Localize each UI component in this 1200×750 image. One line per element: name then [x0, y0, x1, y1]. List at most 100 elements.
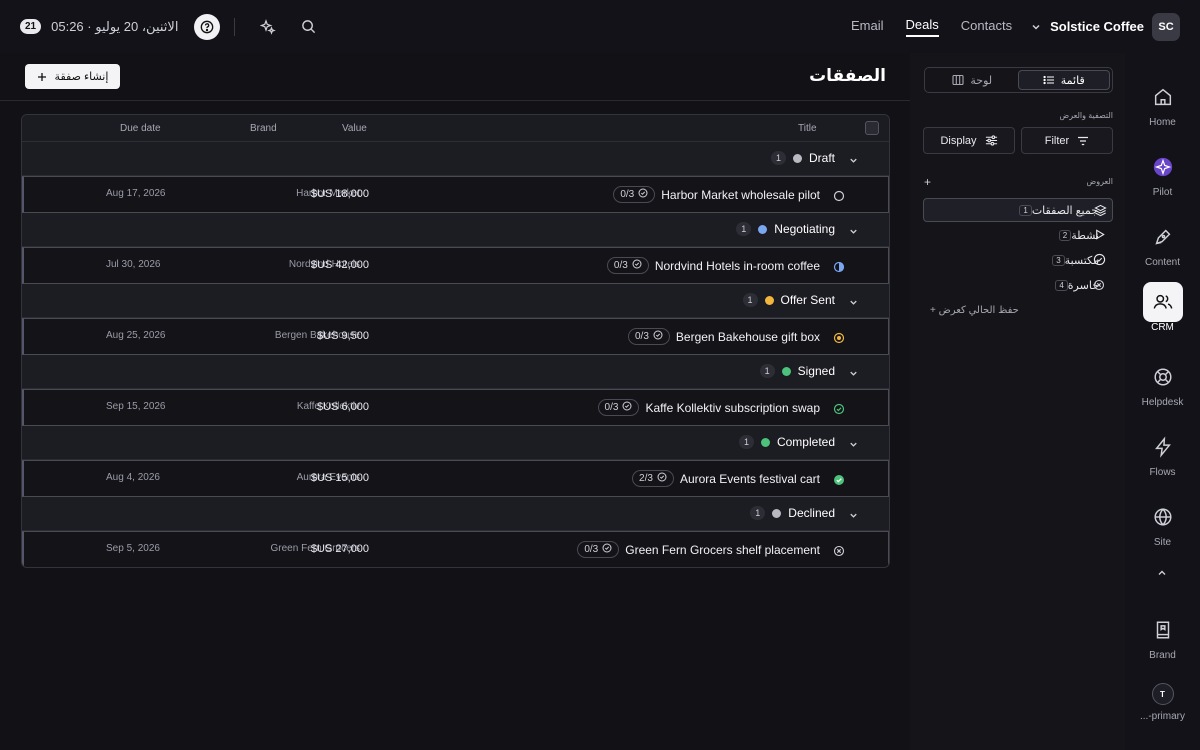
- task-check-icon: [602, 543, 612, 556]
- group-count: 1: [770, 151, 786, 165]
- table-row[interactable]: Aug 4, 2026 Aurora Events $US 15,000 2/3…: [22, 460, 889, 497]
- main-header: إنشاء صفقة الصفقات: [0, 53, 910, 101]
- check-circle-outline-icon[interactable]: [833, 402, 845, 415]
- task-progress-badge[interactable]: 0/3: [606, 257, 649, 274]
- add-view-button[interactable]: +: [924, 175, 931, 189]
- rail-item-helpdesk[interactable]: Helpdesk: [1125, 357, 1200, 408]
- divider: [234, 17, 236, 36]
- rail-item-content[interactable]: Content: [1125, 217, 1200, 268]
- display-label: Display: [940, 134, 977, 147]
- play-icon: [1093, 228, 1106, 241]
- view-count: 2: [1058, 229, 1072, 241]
- board-view-option[interactable]: لوحة: [927, 70, 1018, 90]
- view-item[interactable]: جميع الصفقات 1: [923, 198, 1113, 222]
- account-switcher[interactable]: T ...-primary: [1125, 683, 1200, 722]
- nav-email[interactable]: Email: [851, 18, 884, 36]
- table-row[interactable]: Jul 30, 2026 Nordvind Hotels $US 42,000 …: [22, 247, 889, 284]
- deal-title[interactable]: Kaffe Kollektiv subscription swap: [645, 401, 820, 415]
- deal-value: $US 6,000: [317, 401, 369, 413]
- group-label: Declined: [788, 506, 835, 520]
- chevron-down-icon[interactable]: [848, 437, 859, 455]
- group-label: Negotiating: [774, 222, 835, 236]
- task-progress-badge[interactable]: 2/3: [632, 470, 674, 487]
- board-view-label: لوحة: [970, 74, 993, 87]
- rail-item-flows[interactable]: Flows: [1125, 427, 1200, 478]
- task-progress: 0/3: [584, 544, 599, 555]
- group-row[interactable]: Signed 1: [22, 355, 889, 389]
- display-button[interactable]: Display: [923, 127, 1015, 154]
- task-progress-badge[interactable]: 0/3: [577, 541, 620, 558]
- chevron-down-icon[interactable]: [848, 224, 859, 242]
- table-row[interactable]: Sep 5, 2026 Green Fern Grocers $US 27,00…: [22, 531, 889, 567]
- workspace-dropdown[interactable]: [1030, 21, 1042, 33]
- filter-button[interactable]: Filter: [1021, 127, 1113, 154]
- table-row[interactable]: Sep 15, 2026 Kaffe Kollektiv $US 6,000 0…: [22, 389, 889, 426]
- page-title: الصفقات: [809, 66, 886, 85]
- task-progress-badge[interactable]: 0/3: [597, 399, 640, 416]
- pen-icon: [1143, 217, 1183, 257]
- target-circle-icon[interactable]: [833, 331, 845, 344]
- select-all-checkbox[interactable]: [865, 121, 879, 135]
- x-circle-icon: [1093, 278, 1106, 291]
- help-button[interactable]: [194, 13, 221, 40]
- nav-contacts[interactable]: Contacts: [961, 18, 1012, 36]
- half-circle-icon[interactable]: [833, 260, 845, 273]
- rail-label: Home: [1149, 117, 1176, 128]
- group-row[interactable]: Offer Sent 1: [22, 284, 889, 318]
- x-circle-icon[interactable]: [833, 544, 845, 557]
- rail-item-site[interactable]: Site: [1125, 497, 1200, 548]
- task-progress-badge[interactable]: 0/3: [627, 328, 670, 345]
- nav-deals[interactable]: Deals: [905, 17, 939, 37]
- chevron-down-icon[interactable]: [848, 366, 859, 384]
- rail-item-home[interactable]: Home: [1125, 77, 1200, 128]
- chevron-down-icon[interactable]: [848, 508, 859, 526]
- home-icon: [1143, 77, 1183, 117]
- list-view-option[interactable]: قائمة: [1017, 70, 1110, 90]
- sparkle-button[interactable]: [257, 16, 279, 38]
- view-count: 3: [1052, 254, 1065, 266]
- empty-circle-icon[interactable]: [833, 189, 845, 202]
- view-item[interactable]: نشطة 2: [923, 223, 1113, 247]
- check-circle-filled-icon[interactable]: [833, 473, 845, 485]
- task-check-icon: [653, 330, 663, 343]
- search-button[interactable]: [297, 16, 319, 38]
- deal-title[interactable]: Green Fern Grocers shelf placement: [625, 543, 820, 557]
- save-current-view-button[interactable]: + حفظ الحالي كعرض: [930, 305, 1019, 316]
- table-header: Due date Brand Value Title: [22, 115, 889, 142]
- column-due-date[interactable]: Due date: [120, 123, 161, 134]
- rail-item-pilot[interactable]: Pilot: [1125, 147, 1200, 198]
- globe-icon: [1143, 497, 1183, 537]
- workspace-name[interactable]: Solstice Coffee: [1050, 19, 1144, 34]
- task-progress-badge[interactable]: 0/3: [613, 186, 656, 203]
- group-label: Completed: [776, 435, 835, 449]
- table-row[interactable]: Aug 25, 2026 Bergen Bakehouse $US 9,500 …: [22, 318, 889, 355]
- rail-item-brand[interactable]: Brand: [1125, 610, 1200, 661]
- task-progress: 0/3: [634, 331, 649, 342]
- column-title[interactable]: Title: [798, 123, 817, 134]
- chevron-down-icon[interactable]: [848, 295, 859, 313]
- pilot-icon: [1143, 147, 1183, 187]
- group-row[interactable]: Completed 1: [22, 426, 889, 460]
- rail-label: CRM: [1151, 322, 1174, 333]
- view-item[interactable]: مكتسبة 3: [923, 248, 1113, 272]
- deal-due-date: Sep 15, 2026: [106, 401, 166, 412]
- group-row[interactable]: Draft 1: [22, 142, 889, 176]
- deal-value: $US 18,000: [310, 188, 369, 200]
- workspace-avatar[interactable]: SC: [1152, 12, 1180, 41]
- group-row[interactable]: Declined 1: [22, 497, 889, 531]
- collapse-button[interactable]: [1156, 566, 1168, 584]
- column-value[interactable]: Value: [342, 123, 367, 134]
- view-item[interactable]: خاسرة 4: [923, 273, 1113, 297]
- column-brand[interactable]: Brand: [250, 123, 277, 134]
- group-row[interactable]: Negotiating 1: [22, 213, 889, 247]
- chevron-down-icon[interactable]: [848, 153, 859, 171]
- views-heading: العروض: [1086, 177, 1113, 186]
- deal-title[interactable]: Aurora Events festival cart: [680, 472, 820, 486]
- rail-item-crm[interactable]: CRM: [1125, 282, 1200, 333]
- create-deal-button[interactable]: إنشاء صفقة: [25, 64, 120, 89]
- deal-title[interactable]: Nordvind Hotels in-room coffee: [655, 259, 820, 273]
- rail-label: Helpdesk: [1141, 397, 1184, 408]
- table-row[interactable]: Aug 17, 2026 Harbor Market $US 18,000 0/…: [22, 176, 889, 213]
- deal-title[interactable]: Harbor Market wholesale pilot: [661, 188, 820, 202]
- deal-title[interactable]: Bergen Bakehouse gift box: [676, 330, 820, 344]
